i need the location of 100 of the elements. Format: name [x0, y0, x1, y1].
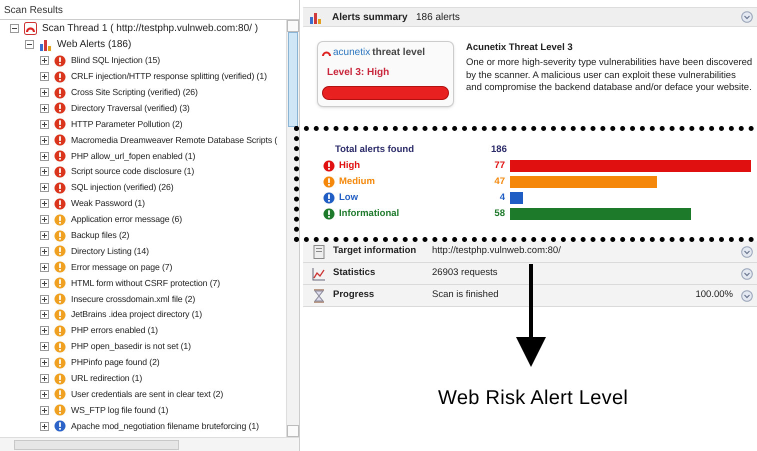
expand-icon[interactable] [40, 120, 49, 129]
progress-percent: 100.00% [695, 288, 733, 302]
severity-label: High [339, 158, 362, 173]
expand-icon[interactable] [40, 358, 49, 368]
expand-icon[interactable] [40, 406, 49, 415]
tree-item[interactable]: Apache mod_negotiation filename bruteforcing (1) [71, 420, 259, 433]
section-title: Alerts summary [332, 10, 409, 24]
tree-item[interactable]: Cross Site Scripting (verified) (26) [71, 86, 198, 100]
severity-count: 4 [498, 190, 505, 205]
alert-icon [54, 420, 66, 432]
tree-item[interactable]: Scan Thread 1 ( http://testphp.vulnweb.com:80/ ) [42, 21, 258, 36]
tree-item[interactable]: Directory Traversal (verified) (3) [71, 102, 190, 115]
expand-icon[interactable] [40, 310, 49, 320]
tree-item[interactable]: CRLF injection/HTTP response splitting (verified) (1) [71, 70, 267, 84]
expand-icon[interactable] [40, 390, 49, 399]
alert-icon [54, 214, 66, 226]
alert-icon [54, 198, 66, 210]
tree-item[interactable]: Web Alerts (186) [57, 37, 132, 52]
alert-icon [54, 388, 66, 400]
total-count: 186 [491, 142, 505, 157]
tree-item[interactable]: SQL injection (verified) (26) [71, 181, 174, 194]
severity-count: 58 [493, 206, 505, 221]
expand-icon[interactable] [40, 246, 49, 256]
horizontal-scrollbar[interactable] [0, 437, 299, 451]
expand-icon[interactable] [40, 152, 49, 161]
expand-icon[interactable] [40, 278, 49, 288]
expand-icon[interactable] [40, 374, 49, 384]
expand-icon[interactable] [40, 294, 49, 304]
info-value: http://testphp.vulnweb.com:80/ [432, 244, 561, 258]
expand-icon[interactable] [40, 199, 49, 208]
alert-icon [54, 70, 66, 83]
collapse-icon[interactable] [10, 24, 19, 34]
expand-icon[interactable] [40, 167, 49, 176]
tree-item[interactable]: Blind SQL Injection (15) [71, 54, 160, 68]
chart-icon [312, 266, 326, 280]
expand-icon[interactable] [40, 104, 49, 113]
expand-icon[interactable] [40, 88, 49, 97]
alert-icon [54, 261, 66, 274]
tree-item[interactable]: URL redirection (1) [71, 372, 142, 386]
severity-icon [323, 192, 335, 204]
alert-icon [54, 356, 66, 369]
collapse-icon[interactable] [25, 40, 34, 50]
alert-icon [54, 245, 66, 258]
alert-icon [54, 277, 66, 290]
tree-item[interactable]: JetBrains .idea project directory (1) [71, 308, 202, 322]
tree-item[interactable]: Insecure crossdomain.xml file (2) [71, 292, 196, 306]
tree-item[interactable]: WS_FTP log file found (1) [71, 404, 168, 417]
alert-icon [54, 134, 66, 146]
expand-icon[interactable] [40, 56, 49, 66]
threat-description: One or more high-severity type vulnerabilities have been discovered by the scanner. A malicious user can exploit these vulnerabilities and compromise the backend database and/or deface your website. [466, 57, 753, 95]
info-row[interactable]: Statistics 26903 requests [303, 263, 757, 285]
expand-icon[interactable] [40, 422, 49, 431]
info-label: Target information [333, 244, 418, 258]
tree-item[interactable]: User credentials are sent in clear text (2) [71, 388, 224, 401]
card-title: threat level [372, 46, 426, 60]
logo-icon [24, 22, 37, 36]
expand-icon[interactable] [40, 72, 49, 82]
severity-label: Low [339, 190, 359, 205]
info-label: Progress [333, 288, 376, 302]
expand-icon[interactable] [40, 326, 49, 336]
expand-icon[interactable] [40, 136, 49, 145]
hourglass-icon [313, 288, 325, 302]
threat-level-label: Level 3: High [327, 66, 390, 80]
tree-item[interactable]: Script source code disclosure (1) [71, 165, 194, 178]
info-value: Scan is finished [432, 288, 499, 302]
severity-icon [323, 176, 335, 188]
tree-item[interactable]: Application error message (6) [71, 213, 182, 226]
tree-item[interactable]: Backup files (2) [71, 229, 130, 242]
severity-icon [323, 160, 335, 172]
alert-icon [54, 324, 66, 337]
expand-icon[interactable] [40, 215, 49, 224]
tree-item[interactable]: PHP allow_url_fopen enabled (1) [71, 150, 196, 163]
severity-count: 47 [493, 174, 505, 189]
alert-icon [54, 293, 66, 306]
tree-item[interactable]: HTTP Parameter Pollution (2) [71, 118, 182, 131]
alert-icon [54, 372, 66, 385]
vertical-scrollbar[interactable] [286, 20, 299, 437]
alert-icon [54, 404, 66, 416]
expand-icon[interactable] [40, 183, 49, 192]
tree-item[interactable]: Error message on page (7) [71, 260, 172, 274]
expand-icon[interactable] [40, 231, 49, 240]
info-row[interactable]: Progress Scan is finished 100.00% [303, 285, 757, 307]
tree-item[interactable]: PHP errors enabled (1) [71, 324, 158, 338]
expand-icon[interactable] [40, 262, 49, 272]
threat-heading: Acunetix Threat Level 3 [466, 41, 574, 55]
severity-count: 77 [493, 158, 505, 173]
tree-item[interactable]: HTML form without CSRF protection (7) [71, 276, 220, 290]
alerts-count: 186 alerts [416, 10, 460, 24]
tree-item[interactable]: PHP open_basedir is not set (1) [71, 340, 191, 354]
alert-icon [54, 102, 66, 114]
tree-item[interactable]: Macromedia Dreamweaver Remote Database Scripts ( [71, 134, 278, 147]
alert-icon [54, 230, 66, 242]
tree-item[interactable]: Weak Password (1) [71, 197, 145, 210]
alert-icon [54, 340, 66, 353]
info-row[interactable]: Target information http://testphp.vulnweb.com:80/ [303, 241, 757, 263]
tree-item[interactable]: PHPinfo page found (2) [71, 356, 160, 370]
alert-icon [54, 166, 66, 178]
expand-icon[interactable] [40, 342, 49, 352]
bar-chart-icon [39, 38, 52, 52]
tree-item[interactable]: Directory Listing (14) [71, 244, 149, 258]
